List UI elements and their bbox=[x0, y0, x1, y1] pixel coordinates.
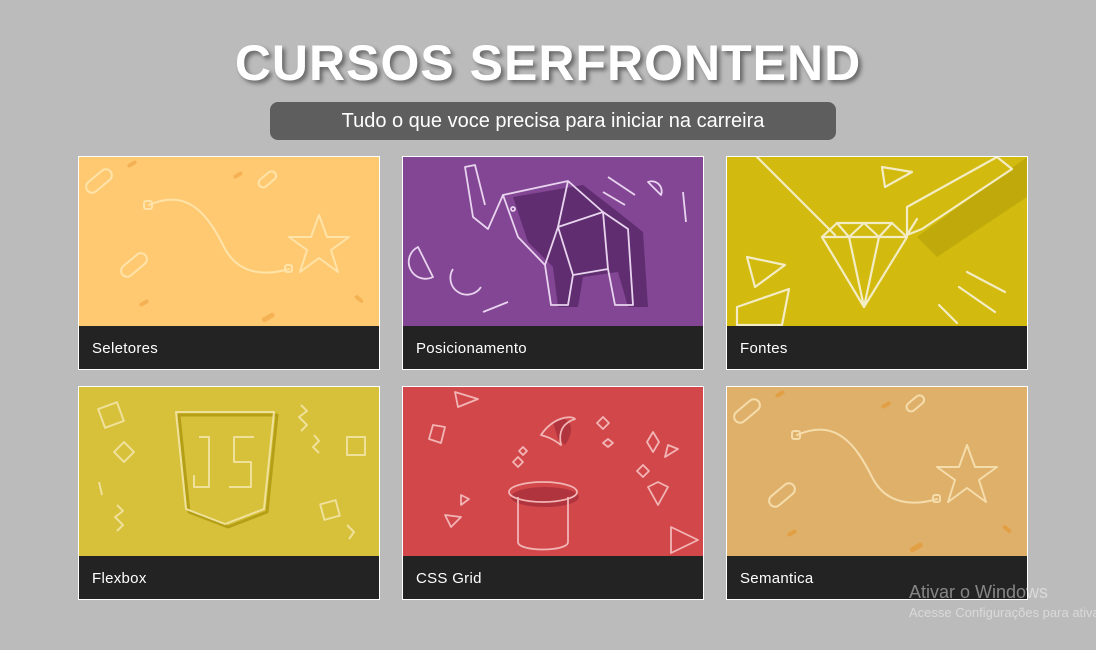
windows-activation-watermark: Ativar o Windows Acesse Configurações pa… bbox=[909, 582, 1096, 620]
watermark-title: Ativar o Windows bbox=[909, 582, 1049, 602]
course-card-semantica[interactable]: Semantica bbox=[726, 386, 1028, 600]
page-title: CURSOS SERFRONTEND bbox=[234, 35, 862, 91]
course-card-label: Flexbox bbox=[92, 570, 147, 587]
page-subtitle: Tudo o que voce precisa para iniciar na … bbox=[270, 102, 836, 140]
star-path-icon bbox=[79, 157, 379, 326]
course-card-seletores[interactable]: Seletores bbox=[78, 156, 380, 370]
course-card-posicionamento[interactable]: Posicionamento bbox=[402, 156, 704, 370]
course-card-label: Posicionamento bbox=[416, 340, 527, 357]
course-card-fontes[interactable]: Fontes bbox=[726, 156, 1028, 370]
star-path-icon bbox=[727, 387, 1027, 556]
course-card-label: CSS Grid bbox=[416, 570, 482, 587]
magic-hat-icon bbox=[403, 387, 703, 556]
diamond-pencil-icon bbox=[727, 157, 1027, 326]
js-shield-icon bbox=[79, 387, 379, 556]
course-card-flexbox[interactable]: Flexbox bbox=[78, 386, 380, 600]
course-card-label: Fontes bbox=[740, 340, 788, 357]
course-card-label: Semantica bbox=[740, 570, 814, 587]
origami-elephant-icon bbox=[403, 157, 703, 326]
watermark-subtitle: Acesse Configurações para ativar o Windo… bbox=[909, 605, 1096, 620]
course-card-label: Seletores bbox=[92, 340, 159, 357]
course-card-css-grid[interactable]: CSS Grid bbox=[402, 386, 704, 600]
course-grid: Seletores Posicionamento Fontes Flexbox … bbox=[78, 156, 1028, 600]
